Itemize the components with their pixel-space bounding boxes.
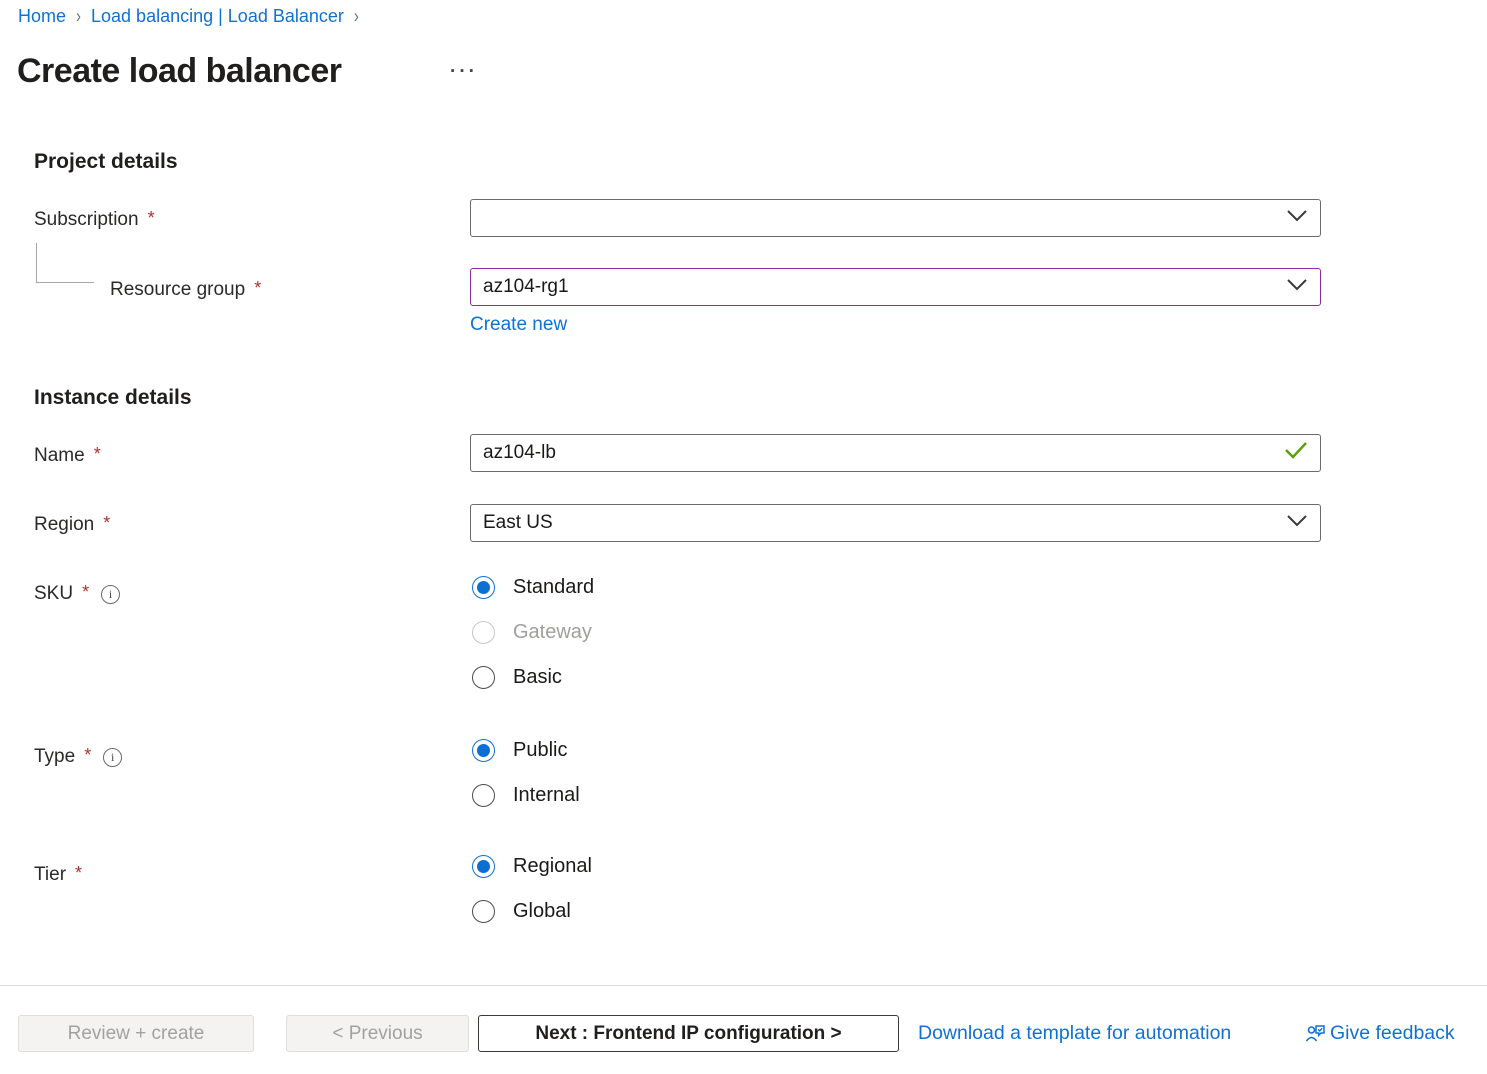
section-heading-project-details: Project details xyxy=(34,150,178,174)
tier-label: Tier * xyxy=(34,862,82,888)
section-heading-instance-details: Instance details xyxy=(34,386,192,410)
info-icon[interactable] xyxy=(103,748,122,767)
chevron-down-icon xyxy=(1286,512,1308,534)
radio-selected-icon xyxy=(472,855,495,878)
type-option-internal[interactable]: Internal xyxy=(472,780,580,810)
resource-group-label-text: Resource group xyxy=(110,279,245,301)
valid-check-icon xyxy=(1284,441,1308,465)
feedback-icon xyxy=(1305,1023,1326,1044)
chevron-down-icon xyxy=(1286,207,1308,229)
required-asterisk: * xyxy=(103,513,110,534)
type-label: Type * xyxy=(34,744,122,770)
radio-option-label: Public xyxy=(513,739,567,762)
tier-label-text: Tier xyxy=(34,864,66,886)
region-label: Region * xyxy=(34,512,110,538)
footer-divider xyxy=(0,985,1487,986)
breadcrumb-link-load-balancing[interactable]: Load balancing | Load Balancer xyxy=(91,6,344,27)
create-new-link[interactable]: Create new xyxy=(470,314,567,336)
name-input-wrapper xyxy=(470,434,1321,472)
subscription-label-text: Subscription xyxy=(34,209,139,231)
radio-selected-icon xyxy=(472,739,495,762)
create-load-balancer-page: Home › Load balancing | Load Balancer › … xyxy=(0,0,1487,1074)
required-asterisk: * xyxy=(84,745,91,766)
sku-label: SKU * xyxy=(34,581,120,607)
required-asterisk: * xyxy=(254,278,261,299)
resource-group-dropdown[interactable]: az104-rg1 xyxy=(470,268,1321,306)
breadcrumb: Home › Load balancing | Load Balancer › xyxy=(18,6,359,27)
radio-option-label: Internal xyxy=(513,784,580,807)
breadcrumb-link-home[interactable]: Home xyxy=(18,6,66,27)
radio-option-label: Global xyxy=(513,900,571,923)
region-label-text: Region xyxy=(34,514,94,536)
radio-unselected-icon xyxy=(472,900,495,923)
radio-option-label: Regional xyxy=(513,855,592,878)
required-asterisk: * xyxy=(75,863,82,884)
type-label-text: Type xyxy=(34,746,75,768)
review-create-button[interactable]: Review + create xyxy=(18,1015,254,1052)
type-option-public[interactable]: Public xyxy=(472,735,567,765)
tier-option-global[interactable]: Global xyxy=(472,896,571,926)
download-template-link[interactable]: Download a template for automation xyxy=(918,1015,1231,1052)
radio-option-label: Basic xyxy=(513,666,562,689)
sku-label-text: SKU xyxy=(34,583,73,605)
sku-option-basic[interactable]: Basic xyxy=(472,662,562,692)
resource-group-label: Resource group * xyxy=(110,277,261,303)
radio-unselected-icon xyxy=(472,784,495,807)
give-feedback-link[interactable]: Give feedback xyxy=(1305,1015,1455,1052)
tier-option-regional[interactable]: Regional xyxy=(472,851,592,881)
sku-option-standard[interactable]: Standard xyxy=(472,572,594,602)
info-icon[interactable] xyxy=(101,585,120,604)
required-asterisk: * xyxy=(148,208,155,229)
region-dropdown[interactable]: East US xyxy=(470,504,1321,542)
radio-option-label: Gateway xyxy=(513,621,592,644)
subscription-resource-group-connector xyxy=(36,243,94,283)
subscription-label: Subscription * xyxy=(34,207,155,233)
chevron-down-icon xyxy=(1286,276,1308,298)
resource-group-value: az104-rg1 xyxy=(483,276,569,298)
name-input[interactable] xyxy=(483,442,1284,464)
more-options-button[interactable]: ··· xyxy=(450,62,478,82)
breadcrumb-chevron-icon: › xyxy=(76,5,81,27)
download-template-label: Download a template for automation xyxy=(918,1022,1231,1045)
page-title: Create load balancer xyxy=(17,52,341,91)
required-asterisk: * xyxy=(82,582,89,603)
region-value: East US xyxy=(483,512,553,534)
breadcrumb-chevron-icon: › xyxy=(354,5,359,27)
radio-unselected-icon xyxy=(472,666,495,689)
name-label: Name * xyxy=(34,443,101,469)
give-feedback-label: Give feedback xyxy=(1330,1022,1455,1045)
required-asterisk: * xyxy=(94,444,101,465)
next-frontend-ip-button[interactable]: Next : Frontend IP configuration > xyxy=(478,1015,899,1052)
radio-selected-icon xyxy=(472,576,495,599)
sku-option-gateway: Gateway xyxy=(472,617,592,647)
radio-disabled-icon xyxy=(472,621,495,644)
previous-button[interactable]: < Previous xyxy=(286,1015,469,1052)
subscription-dropdown[interactable] xyxy=(470,199,1321,237)
name-label-text: Name xyxy=(34,445,85,467)
radio-option-label: Standard xyxy=(513,576,594,599)
